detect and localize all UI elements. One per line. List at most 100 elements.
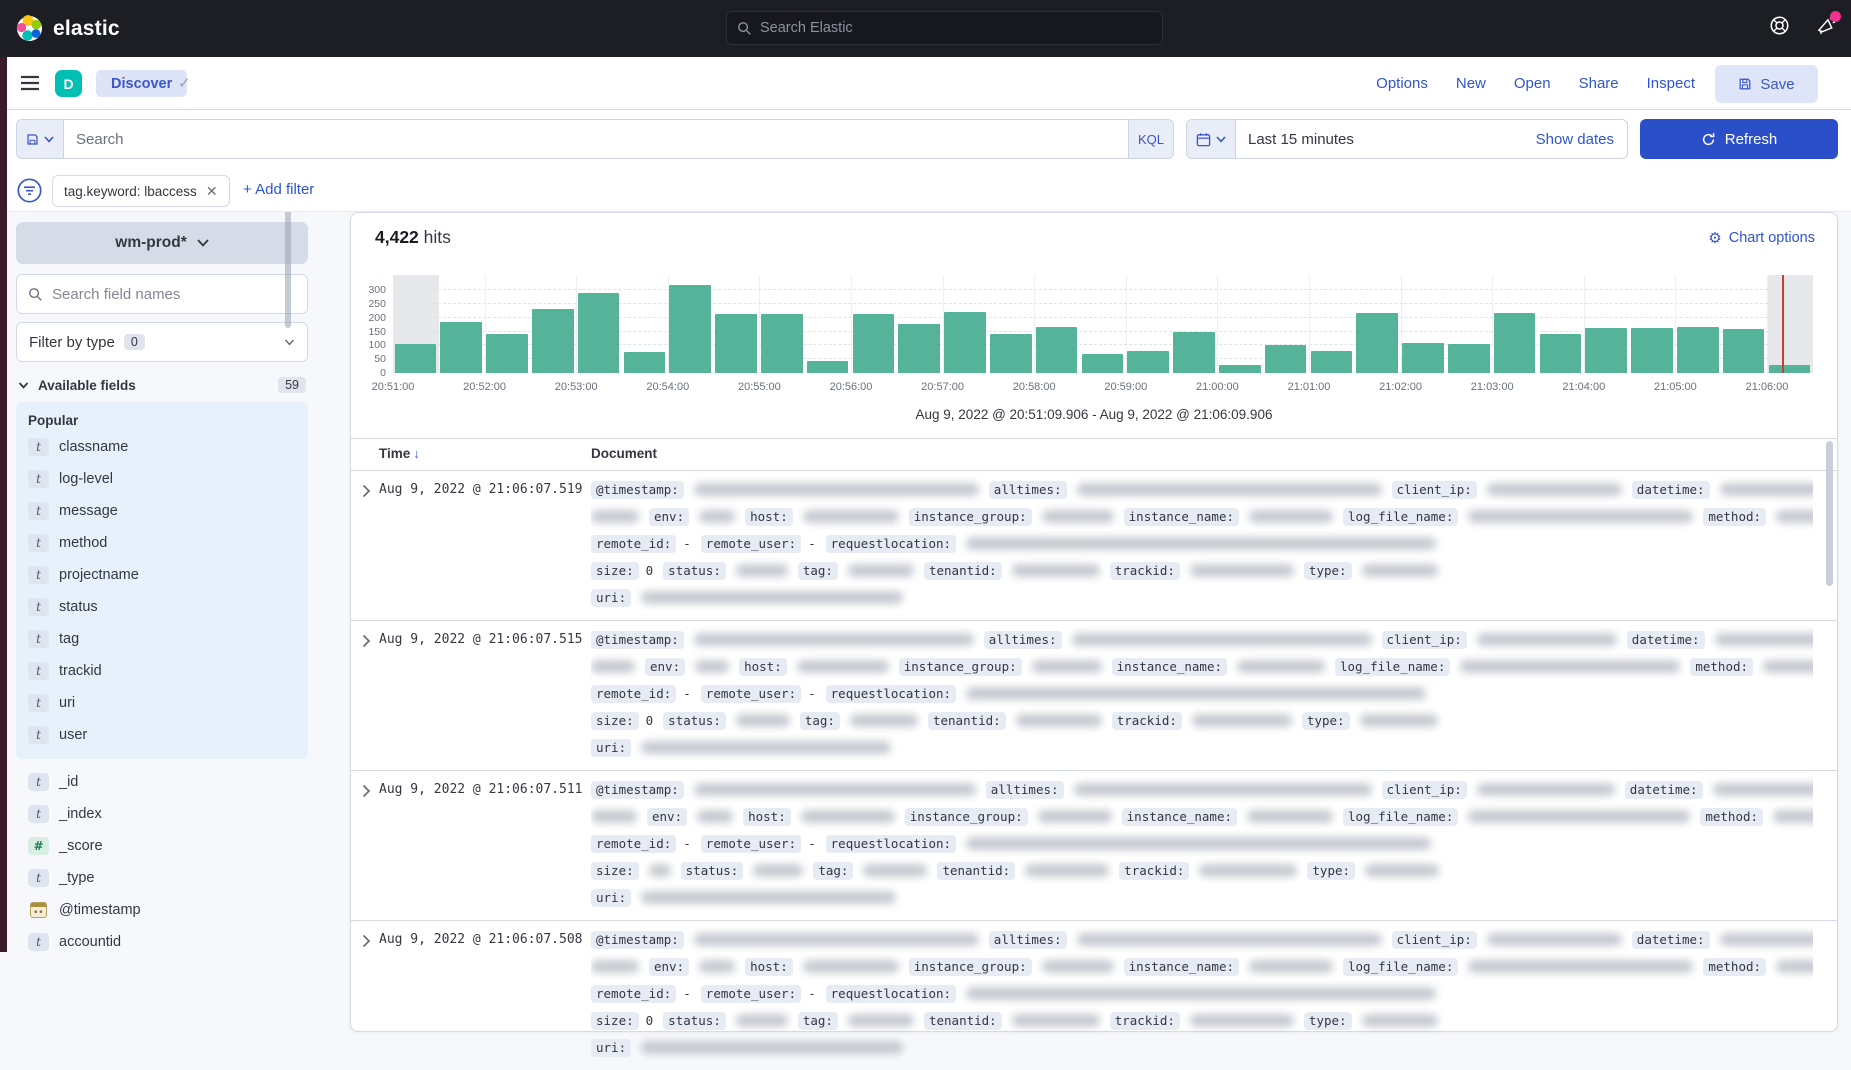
global-search-input[interactable]: Search Elastic: [726, 11, 1163, 45]
redacted-field-value: [1487, 933, 1622, 946]
field-name: uri: [59, 695, 75, 711]
histogram-bar[interactable]: [1356, 313, 1398, 373]
elastic-logo[interactable]: elastic: [16, 14, 120, 43]
histogram-bar[interactable]: [1723, 329, 1765, 373]
histogram-bar[interactable]: [1311, 351, 1353, 373]
refresh-button[interactable]: Refresh: [1640, 119, 1838, 159]
field-item-tag[interactable]: ttag: [28, 623, 296, 655]
field-item-_id[interactable]: t_id: [28, 766, 296, 798]
index-pattern-selector[interactable]: wm-prod*: [16, 222, 308, 264]
histogram-bar[interactable]: [1448, 344, 1490, 373]
expand-row-icon[interactable]: [362, 784, 371, 798]
field-item-accountid[interactable]: taccountid: [28, 926, 296, 958]
redacted-field-value: [736, 714, 790, 727]
field-item-uri[interactable]: turi: [28, 687, 296, 719]
help-icon: [1769, 15, 1790, 36]
expand-row-icon[interactable]: [362, 484, 371, 498]
field-item-classname[interactable]: tclassname: [28, 431, 296, 463]
discover-main-panel: 4,422 hits ⚙ Chart options 0501001502002…: [350, 212, 1838, 1032]
field-item-_score[interactable]: #_score: [28, 830, 296, 862]
time-column-header[interactable]: Time↓: [379, 446, 420, 461]
field-name-chip: host:: [743, 808, 791, 826]
field-item-user[interactable]: tuser: [28, 719, 296, 751]
menu-hamburger-icon[interactable]: [20, 75, 40, 91]
query-language-toggle[interactable]: KQL: [1128, 120, 1173, 158]
histogram-bar[interactable]: [1494, 313, 1536, 373]
field-item-@timestamp[interactable]: @timestamp: [28, 894, 296, 926]
histogram-bar[interactable]: [990, 334, 1032, 373]
histogram-bar[interactable]: [1127, 351, 1169, 373]
histogram-chart[interactable]: 050100150200250300: [393, 279, 1813, 373]
doc-table-row[interactable]: Aug 9, 2022 @ 21:06:07.508@timestamp:all…: [351, 920, 1837, 1070]
field-item-trackid[interactable]: ttrackid: [28, 655, 296, 687]
table-scrollbar[interactable]: [1826, 441, 1833, 586]
histogram-bar[interactable]: [1265, 345, 1307, 373]
doc-table-row[interactable]: Aug 9, 2022 @ 21:06:07.511@timestamp:all…: [351, 770, 1837, 920]
available-fields-header[interactable]: Available fields 59: [16, 377, 308, 393]
histogram-bar[interactable]: [807, 361, 849, 373]
remove-filter-icon[interactable]: ✕: [206, 183, 218, 200]
histogram-bar[interactable]: [624, 352, 666, 373]
histogram-bar[interactable]: [853, 314, 895, 373]
save-button[interactable]: Save: [1715, 65, 1818, 103]
histogram-bar[interactable]: [898, 324, 940, 373]
newsfeed-button[interactable]: [1816, 15, 1837, 36]
field-item-_index[interactable]: t_index: [28, 798, 296, 830]
histogram-bar[interactable]: [1585, 328, 1627, 373]
histogram-bar[interactable]: [761, 314, 803, 373]
field-item-status[interactable]: tstatus: [28, 591, 296, 623]
saved-query-menu-button[interactable]: [17, 120, 64, 158]
histogram-bar[interactable]: [944, 312, 986, 373]
field-value: 0: [646, 713, 654, 728]
space-avatar[interactable]: D: [55, 70, 82, 97]
show-dates-link[interactable]: Show dates: [1536, 131, 1614, 148]
histogram-bar[interactable]: [1036, 327, 1078, 373]
header-action-options[interactable]: Options: [1376, 75, 1428, 92]
time-range-value[interactable]: Last 15 minutes: [1248, 131, 1354, 148]
date-quick-menu-button[interactable]: [1187, 120, 1236, 158]
add-filter-link[interactable]: + Add filter: [243, 181, 314, 198]
histogram-bar[interactable]: [532, 309, 574, 373]
field-search-input[interactable]: Search field names: [16, 274, 308, 314]
filter-menu-icon[interactable]: [16, 177, 43, 204]
field-item-message[interactable]: tmessage: [28, 495, 296, 527]
histogram-bar[interactable]: [1173, 332, 1215, 373]
header-action-open[interactable]: Open: [1514, 75, 1551, 92]
histogram-bar[interactable]: [395, 344, 437, 373]
doc-table-row[interactable]: Aug 9, 2022 @ 21:06:07.515@timestamp:all…: [351, 620, 1837, 770]
histogram-bar[interactable]: [1082, 354, 1124, 373]
filter-pill[interactable]: tag.keyword: lbaccess ✕: [52, 175, 230, 207]
breadcrumb[interactable]: Discover: [96, 70, 187, 97]
chart-options-button[interactable]: ⚙ Chart options: [1708, 229, 1815, 247]
histogram-bar[interactable]: [578, 293, 620, 373]
field-name-chip: log_file_name:: [1343, 508, 1458, 526]
field-item-log-level[interactable]: tlog-level: [28, 463, 296, 495]
header-action-inspect[interactable]: Inspect: [1647, 75, 1695, 92]
histogram-bar[interactable]: [715, 314, 757, 373]
header-action-share[interactable]: Share: [1579, 75, 1619, 92]
histogram-bar[interactable]: [1219, 365, 1261, 373]
histogram-bar[interactable]: [1769, 365, 1811, 373]
field-item-method[interactable]: tmethod: [28, 527, 296, 559]
expand-row-icon[interactable]: [362, 634, 371, 648]
header-action-new[interactable]: New: [1456, 75, 1486, 92]
histogram-bar[interactable]: [1677, 327, 1719, 373]
date-range-picker[interactable]: Last 15 minutes Show dates: [1186, 119, 1628, 159]
field-name-chip: method:: [1703, 508, 1766, 526]
histogram-bar[interactable]: [1540, 334, 1582, 373]
histogram-bar[interactable]: [1631, 328, 1673, 373]
field-name-chip: client_ip:: [1382, 631, 1467, 649]
expand-row-icon[interactable]: [362, 934, 371, 948]
histogram-bar[interactable]: [486, 334, 528, 373]
sort-descending-icon[interactable]: ↓: [413, 447, 419, 461]
histogram-bar[interactable]: [440, 322, 482, 373]
histogram-bar[interactable]: [1402, 343, 1444, 373]
filter-by-type-select[interactable]: Filter by type 0: [16, 322, 308, 362]
histogram-bar[interactable]: [669, 285, 711, 373]
help-button[interactable]: [1769, 15, 1790, 36]
doc-table-row[interactable]: Aug 9, 2022 @ 21:06:07.519@timestamp:all…: [351, 470, 1837, 620]
field-item-projectname[interactable]: tprojectname: [28, 559, 296, 591]
field-item-_type[interactable]: t_type: [28, 862, 296, 894]
sidebar-scrollbar[interactable]: [285, 210, 291, 328]
kql-search-input[interactable]: Search KQL: [16, 119, 1174, 159]
